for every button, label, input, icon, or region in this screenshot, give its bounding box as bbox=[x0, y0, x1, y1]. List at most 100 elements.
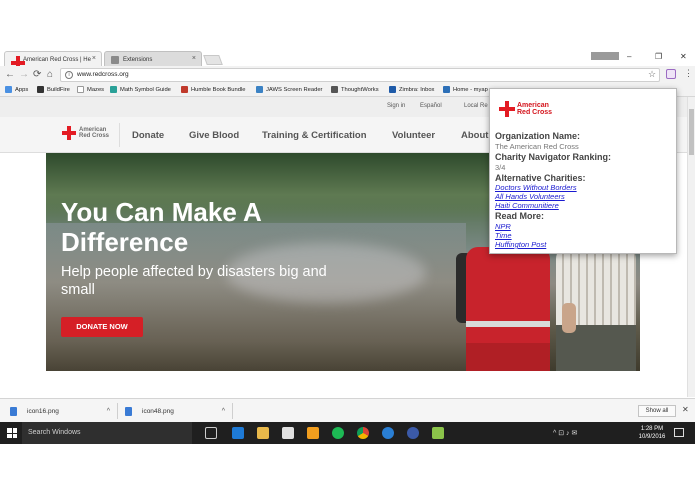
windows-taskbar: Search Windows ^ ⊡ ♪ ✉ 1:28 PM 10/9/2016 bbox=[0, 422, 695, 444]
new-tab-button[interactable] bbox=[203, 55, 223, 65]
popup-logo-text: American Red Cross bbox=[517, 102, 553, 116]
page-icon bbox=[77, 86, 84, 93]
system-tray[interactable]: ^ ⊡ ♪ ✉ bbox=[553, 429, 577, 437]
scroll-thumb[interactable] bbox=[689, 109, 694, 155]
chrome-icon[interactable] bbox=[357, 427, 369, 439]
bookmark-jaws[interactable]: JAWS Screen Reader bbox=[256, 86, 323, 93]
nav-donate[interactable]: Donate bbox=[132, 130, 164, 141]
back-icon[interactable]: ← bbox=[5, 69, 15, 80]
alt-charity-link[interactable]: Doctors Without Borders bbox=[495, 183, 577, 192]
taskbar-search[interactable]: Search Windows bbox=[22, 422, 192, 444]
bookmark-humble-book-bundle[interactable]: Humble Book Bundle bbox=[181, 86, 245, 93]
extension-icon[interactable] bbox=[666, 69, 676, 79]
download-shelf: icon16.png ^ icon48.png ^ Show all ✕ bbox=[0, 398, 695, 422]
nav-about[interactable]: About bbox=[461, 130, 488, 141]
profile-badge[interactable] bbox=[591, 52, 619, 60]
zimbra-icon bbox=[389, 86, 396, 93]
address-bar[interactable]: i www.redcross.org bbox=[60, 68, 660, 82]
tab-extensions[interactable]: Extensions × bbox=[104, 51, 202, 67]
tab-red-cross[interactable]: American Red Cross | He × bbox=[4, 51, 102, 70]
divider bbox=[232, 403, 233, 419]
popup-logo: American Red Cross bbox=[499, 101, 557, 117]
home-site-icon bbox=[443, 86, 450, 93]
alt-charity-link[interactable]: Haiti Communitiere bbox=[495, 201, 559, 210]
read-more-link[interactable]: NPR bbox=[495, 222, 511, 231]
ranking-label: Charity Navigator Ranking: bbox=[495, 152, 612, 162]
site-logo[interactable]: American Red Cross bbox=[62, 126, 115, 140]
tab-close-icon[interactable]: × bbox=[92, 55, 96, 62]
bookmark-zimbra[interactable]: Zimbra: Inbox bbox=[389, 86, 434, 93]
edge-icon[interactable] bbox=[232, 427, 244, 439]
tab-title: American Red Cross | He bbox=[23, 56, 91, 63]
nav-volunteer[interactable]: Volunteer bbox=[392, 130, 435, 141]
nav-give-blood[interactable]: Give Blood bbox=[189, 130, 239, 141]
hero-subtitle: Help people affected by disasters big an… bbox=[61, 264, 327, 298]
show-all-button[interactable]: Show all bbox=[638, 405, 676, 417]
app-icon[interactable] bbox=[407, 427, 419, 439]
spotify-icon[interactable] bbox=[332, 427, 344, 439]
sign-in-link[interactable]: Sign in bbox=[387, 103, 405, 109]
read-more-link[interactable]: Time bbox=[495, 231, 512, 240]
maximize-icon[interactable]: ❐ bbox=[655, 52, 662, 61]
reload-icon[interactable]: ⟳ bbox=[33, 69, 41, 80]
alternatives-label: Alternative Charities: bbox=[495, 173, 586, 183]
donate-now-button[interactable]: DONATE NOW bbox=[61, 317, 143, 337]
bookmark-apps[interactable]: Apps bbox=[5, 86, 28, 93]
home-icon[interactable]: ⌂ bbox=[47, 69, 53, 80]
ranking-value: 3/4 bbox=[495, 163, 506, 172]
vest-stripe bbox=[466, 321, 550, 327]
windows-start-icon[interactable] bbox=[7, 428, 17, 438]
nav-training-certification[interactable]: Training & Certification bbox=[262, 130, 367, 141]
tab-close-icon[interactable]: × bbox=[192, 55, 196, 62]
store-icon[interactable] bbox=[282, 427, 294, 439]
apps-icon bbox=[5, 86, 12, 93]
chevron-up-icon[interactable]: ^ bbox=[107, 408, 110, 415]
chevron-up-icon[interactable]: ^ bbox=[222, 408, 225, 415]
close-window-icon[interactable]: ✕ bbox=[680, 52, 687, 61]
forward-icon[interactable]: → bbox=[19, 69, 29, 80]
info-icon[interactable]: i bbox=[65, 71, 73, 79]
menu-icon[interactable]: ⋮ bbox=[684, 68, 693, 79]
app-icon[interactable] bbox=[307, 427, 319, 439]
org-name-label: Organization Name: bbox=[495, 131, 581, 141]
minimize-icon[interactable]: – bbox=[627, 52, 631, 61]
bookmark-buildfire[interactable]: BuildFire bbox=[37, 86, 70, 93]
humble-icon bbox=[181, 86, 188, 93]
app-icon[interactable] bbox=[432, 427, 444, 439]
math-icon bbox=[110, 86, 117, 93]
bookmark-math-symbol-guide[interactable]: Math Symbol Guide bbox=[110, 86, 171, 93]
page-scrollbar[interactable] bbox=[687, 97, 695, 397]
date: 10/9/2016 bbox=[638, 434, 666, 440]
read-more-link[interactable]: Huffington Post bbox=[495, 240, 546, 249]
close-icon[interactable]: ✕ bbox=[682, 405, 689, 414]
hero-title: You Can Make A Difference bbox=[61, 197, 261, 257]
download-filename: icon16.png bbox=[27, 407, 59, 415]
bookmark-thoughtworks[interactable]: ThoughtWorks bbox=[331, 86, 379, 93]
download-item[interactable]: icon48.png ^ bbox=[125, 403, 225, 419]
alt-charity-link[interactable]: All Hands Volunteers bbox=[495, 192, 565, 201]
local-link[interactable]: Local Re bbox=[464, 103, 488, 109]
bookmark-star-icon[interactable]: ☆ bbox=[648, 69, 656, 80]
red-cross-favicon-icon bbox=[11, 56, 25, 70]
person-hand bbox=[562, 303, 576, 333]
tab-title: Extensions bbox=[123, 56, 153, 63]
download-item[interactable]: icon16.png ^ bbox=[10, 403, 110, 419]
org-name-value: The American Red Cross bbox=[495, 142, 579, 151]
charity-extension-popup: American Red Cross Organization Name: Th… bbox=[489, 88, 677, 254]
puzzle-icon bbox=[111, 56, 119, 64]
bookmark-mazes[interactable]: Mazes bbox=[77, 86, 104, 93]
image-file-icon bbox=[10, 406, 17, 416]
notification-icon[interactable] bbox=[674, 428, 684, 437]
clock[interactable]: 1:28 PM 10/9/2016 bbox=[636, 425, 668, 441]
espanol-link[interactable]: Español bbox=[420, 103, 442, 109]
red-cross-logo-icon bbox=[499, 101, 515, 117]
app-icon[interactable] bbox=[382, 427, 394, 439]
logo-text: American Red Cross bbox=[79, 127, 110, 139]
bookmark-home-myap[interactable]: Home - myap bbox=[443, 86, 488, 93]
download-filename: icon48.png bbox=[142, 407, 174, 415]
task-view-icon[interactable] bbox=[205, 427, 217, 439]
browser-toolbar: ← → ⟳ ⌂ i www.redcross.org ☆ ⋮ bbox=[0, 66, 695, 84]
screen: American Red Cross | He × Extensions × –… bbox=[0, 0, 695, 494]
divider bbox=[117, 403, 118, 419]
file-explorer-icon[interactable] bbox=[257, 427, 269, 439]
